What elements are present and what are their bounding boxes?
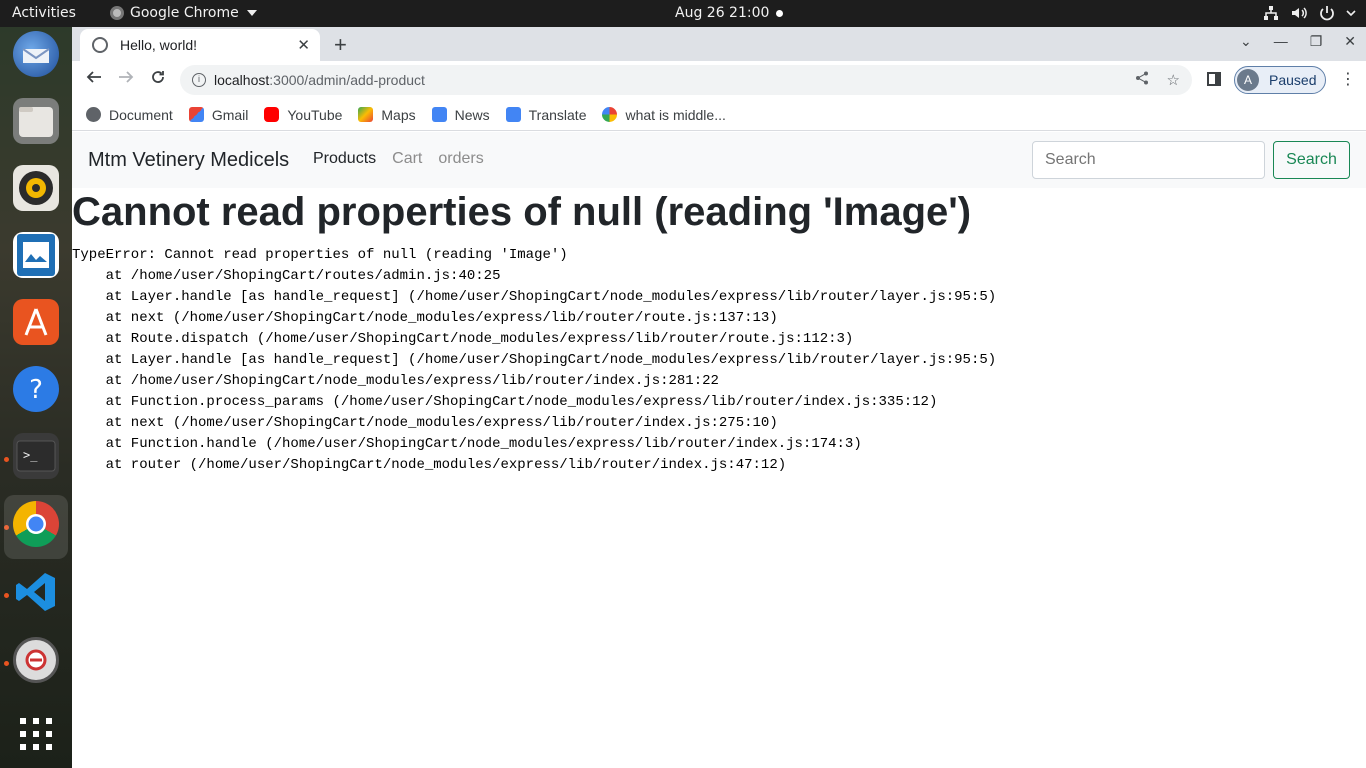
chevron-down-icon[interactable]: ⌄ xyxy=(1240,33,1252,50)
restore-icon[interactable]: ❐ xyxy=(1310,33,1323,50)
thunderbird-icon[interactable] xyxy=(13,31,59,77)
browser-toolbar: i localhost:3000/admin/add-product ☆ A P… xyxy=(72,61,1366,99)
help-icon[interactable]: ? xyxy=(13,366,59,412)
bookmark-maps[interactable]: Maps xyxy=(358,107,416,123)
back-icon[interactable] xyxy=(86,69,102,90)
window-controls: ⌄ — ❐ ✕ xyxy=(1240,33,1356,50)
chrome-window: Hello, world! ✕ + ⌄ — ❐ ✕ i localhost:30… xyxy=(72,27,1366,768)
stack-line: at next (/home/user/ShopingCart/node_mod… xyxy=(72,310,778,326)
stack-line: at Layer.handle [as handle_request] (/ho… xyxy=(72,289,997,305)
stack-line: at /home/user/ShopingCart/node_modules/e… xyxy=(72,373,719,389)
bookmark-youtube[interactable]: YouTube xyxy=(264,107,342,123)
reload-icon[interactable] xyxy=(150,69,166,90)
profile-button[interactable]: A Paused xyxy=(1234,66,1326,94)
stack-line: at next (/home/user/ShopingCart/node_mod… xyxy=(72,415,778,431)
rhythmbox-icon[interactable] xyxy=(13,165,59,211)
files-icon[interactable] xyxy=(13,98,59,144)
bookmark-translate[interactable]: Translate xyxy=(505,107,586,123)
share-icon[interactable] xyxy=(1135,71,1149,89)
nav-link-cart[interactable]: Cart xyxy=(392,150,422,168)
stack-line: TypeError: Cannot read properties of nul… xyxy=(72,247,568,263)
writer-icon[interactable] xyxy=(13,232,59,278)
menu-icon[interactable]: ⋮ xyxy=(1340,69,1356,89)
side-panel-icon[interactable] xyxy=(1207,72,1221,86)
maps-icon xyxy=(358,107,374,122)
notification-dot-icon xyxy=(776,10,783,17)
bookmark-document[interactable]: Document xyxy=(86,107,173,123)
news-icon xyxy=(431,107,447,122)
tab-strip: Hello, world! ✕ + ⌄ — ❐ ✕ xyxy=(72,27,1366,61)
nav-links: Products Cart orders xyxy=(313,150,484,168)
url-text: localhost:3000/admin/add-product xyxy=(214,72,425,88)
stack-line: at /home/user/ShopingCart/routes/admin.j… xyxy=(72,268,501,284)
tab-hello-world[interactable]: Hello, world! ✕ xyxy=(80,29,320,61)
gmail-icon xyxy=(188,107,204,122)
clock[interactable]: Aug 26 21:00 xyxy=(675,5,769,21)
bookmark-gmail[interactable]: Gmail xyxy=(188,107,248,123)
brand-link[interactable]: Mtm Vetinery Medicels xyxy=(88,149,289,172)
running-indicator-icon xyxy=(4,661,9,666)
app-center-icon[interactable] xyxy=(13,299,59,345)
network-icon xyxy=(1262,4,1280,22)
stack-line: at Layer.handle [as handle_request] (/ho… xyxy=(72,352,997,368)
app-name: Google Chrome xyxy=(130,5,239,21)
search-button[interactable]: Search xyxy=(1273,141,1350,179)
youtube-icon xyxy=(264,107,280,122)
gnome-top-bar: Activities Google Chrome Aug 26 21:00 xyxy=(0,0,1366,27)
google-icon xyxy=(602,107,618,122)
bookmark-news[interactable]: News xyxy=(431,107,490,123)
stack-line: at Function.handle (/home/user/ShopingCa… xyxy=(72,436,862,452)
bookmark-search[interactable]: what is middle... xyxy=(602,107,726,123)
stack-line: at Route.dispatch (/home/user/ShopingCar… xyxy=(72,331,854,347)
svg-text:?: ? xyxy=(29,375,43,405)
chrome-icon[interactable] xyxy=(13,501,59,547)
address-bar[interactable]: i localhost:3000/admin/add-product ☆ xyxy=(180,65,1192,95)
chevron-down-icon xyxy=(1346,4,1356,22)
chrome-icon xyxy=(110,6,124,20)
power-icon xyxy=(1318,4,1336,22)
new-tab-button[interactable]: + xyxy=(334,32,347,58)
svg-text:>_: >_ xyxy=(23,448,38,462)
bookmarks-bar: Document Gmail YouTube Maps News Transla… xyxy=(72,99,1366,131)
error-stack-trace: TypeError: Cannot read properties of nul… xyxy=(72,245,996,476)
stack-line: at Function.process_params (/home/user/S… xyxy=(72,394,938,410)
app-grid-icon[interactable] xyxy=(13,711,59,757)
site-info-icon[interactable]: i xyxy=(192,73,206,87)
system-tray[interactable] xyxy=(1262,4,1356,22)
chevron-down-icon xyxy=(246,10,257,16)
close-window-icon[interactable]: ✕ xyxy=(1344,33,1356,50)
bookmark-star-icon[interactable]: ☆ xyxy=(1167,71,1180,89)
site-navbar: Mtm Vetinery Medicels Products Cart orde… xyxy=(72,132,1366,188)
tab-title: Hello, world! xyxy=(120,37,198,53)
nav-link-products[interactable]: Products xyxy=(313,150,376,168)
close-icon[interactable]: ✕ xyxy=(297,36,310,54)
terminal-icon[interactable]: >_ xyxy=(13,433,59,479)
translate-icon xyxy=(505,107,521,122)
app-menu[interactable]: Google Chrome xyxy=(110,5,257,21)
minimize-icon[interactable]: — xyxy=(1274,33,1288,50)
globe-icon xyxy=(86,107,101,122)
search-input[interactable] xyxy=(1032,141,1265,179)
volume-icon xyxy=(1290,4,1308,22)
running-indicator-icon xyxy=(4,457,9,462)
stack-line: at router (/home/user/ShopingCart/node_m… xyxy=(72,457,787,473)
vscode-icon[interactable] xyxy=(13,569,59,615)
profile-status: Paused xyxy=(1269,72,1317,88)
avatar: A xyxy=(1237,69,1259,91)
globe-icon xyxy=(92,37,108,53)
dock: ? >_ xyxy=(0,27,72,768)
forward-icon[interactable] xyxy=(118,69,134,90)
nav-link-orders[interactable]: orders xyxy=(438,150,483,168)
running-indicator-icon xyxy=(4,593,9,598)
updater-icon[interactable] xyxy=(13,637,59,683)
error-title: Cannot read properties of null (reading … xyxy=(72,190,972,234)
activities-button[interactable]: Activities xyxy=(12,5,76,21)
page-content: Mtm Vetinery Medicels Products Cart orde… xyxy=(72,132,1366,768)
